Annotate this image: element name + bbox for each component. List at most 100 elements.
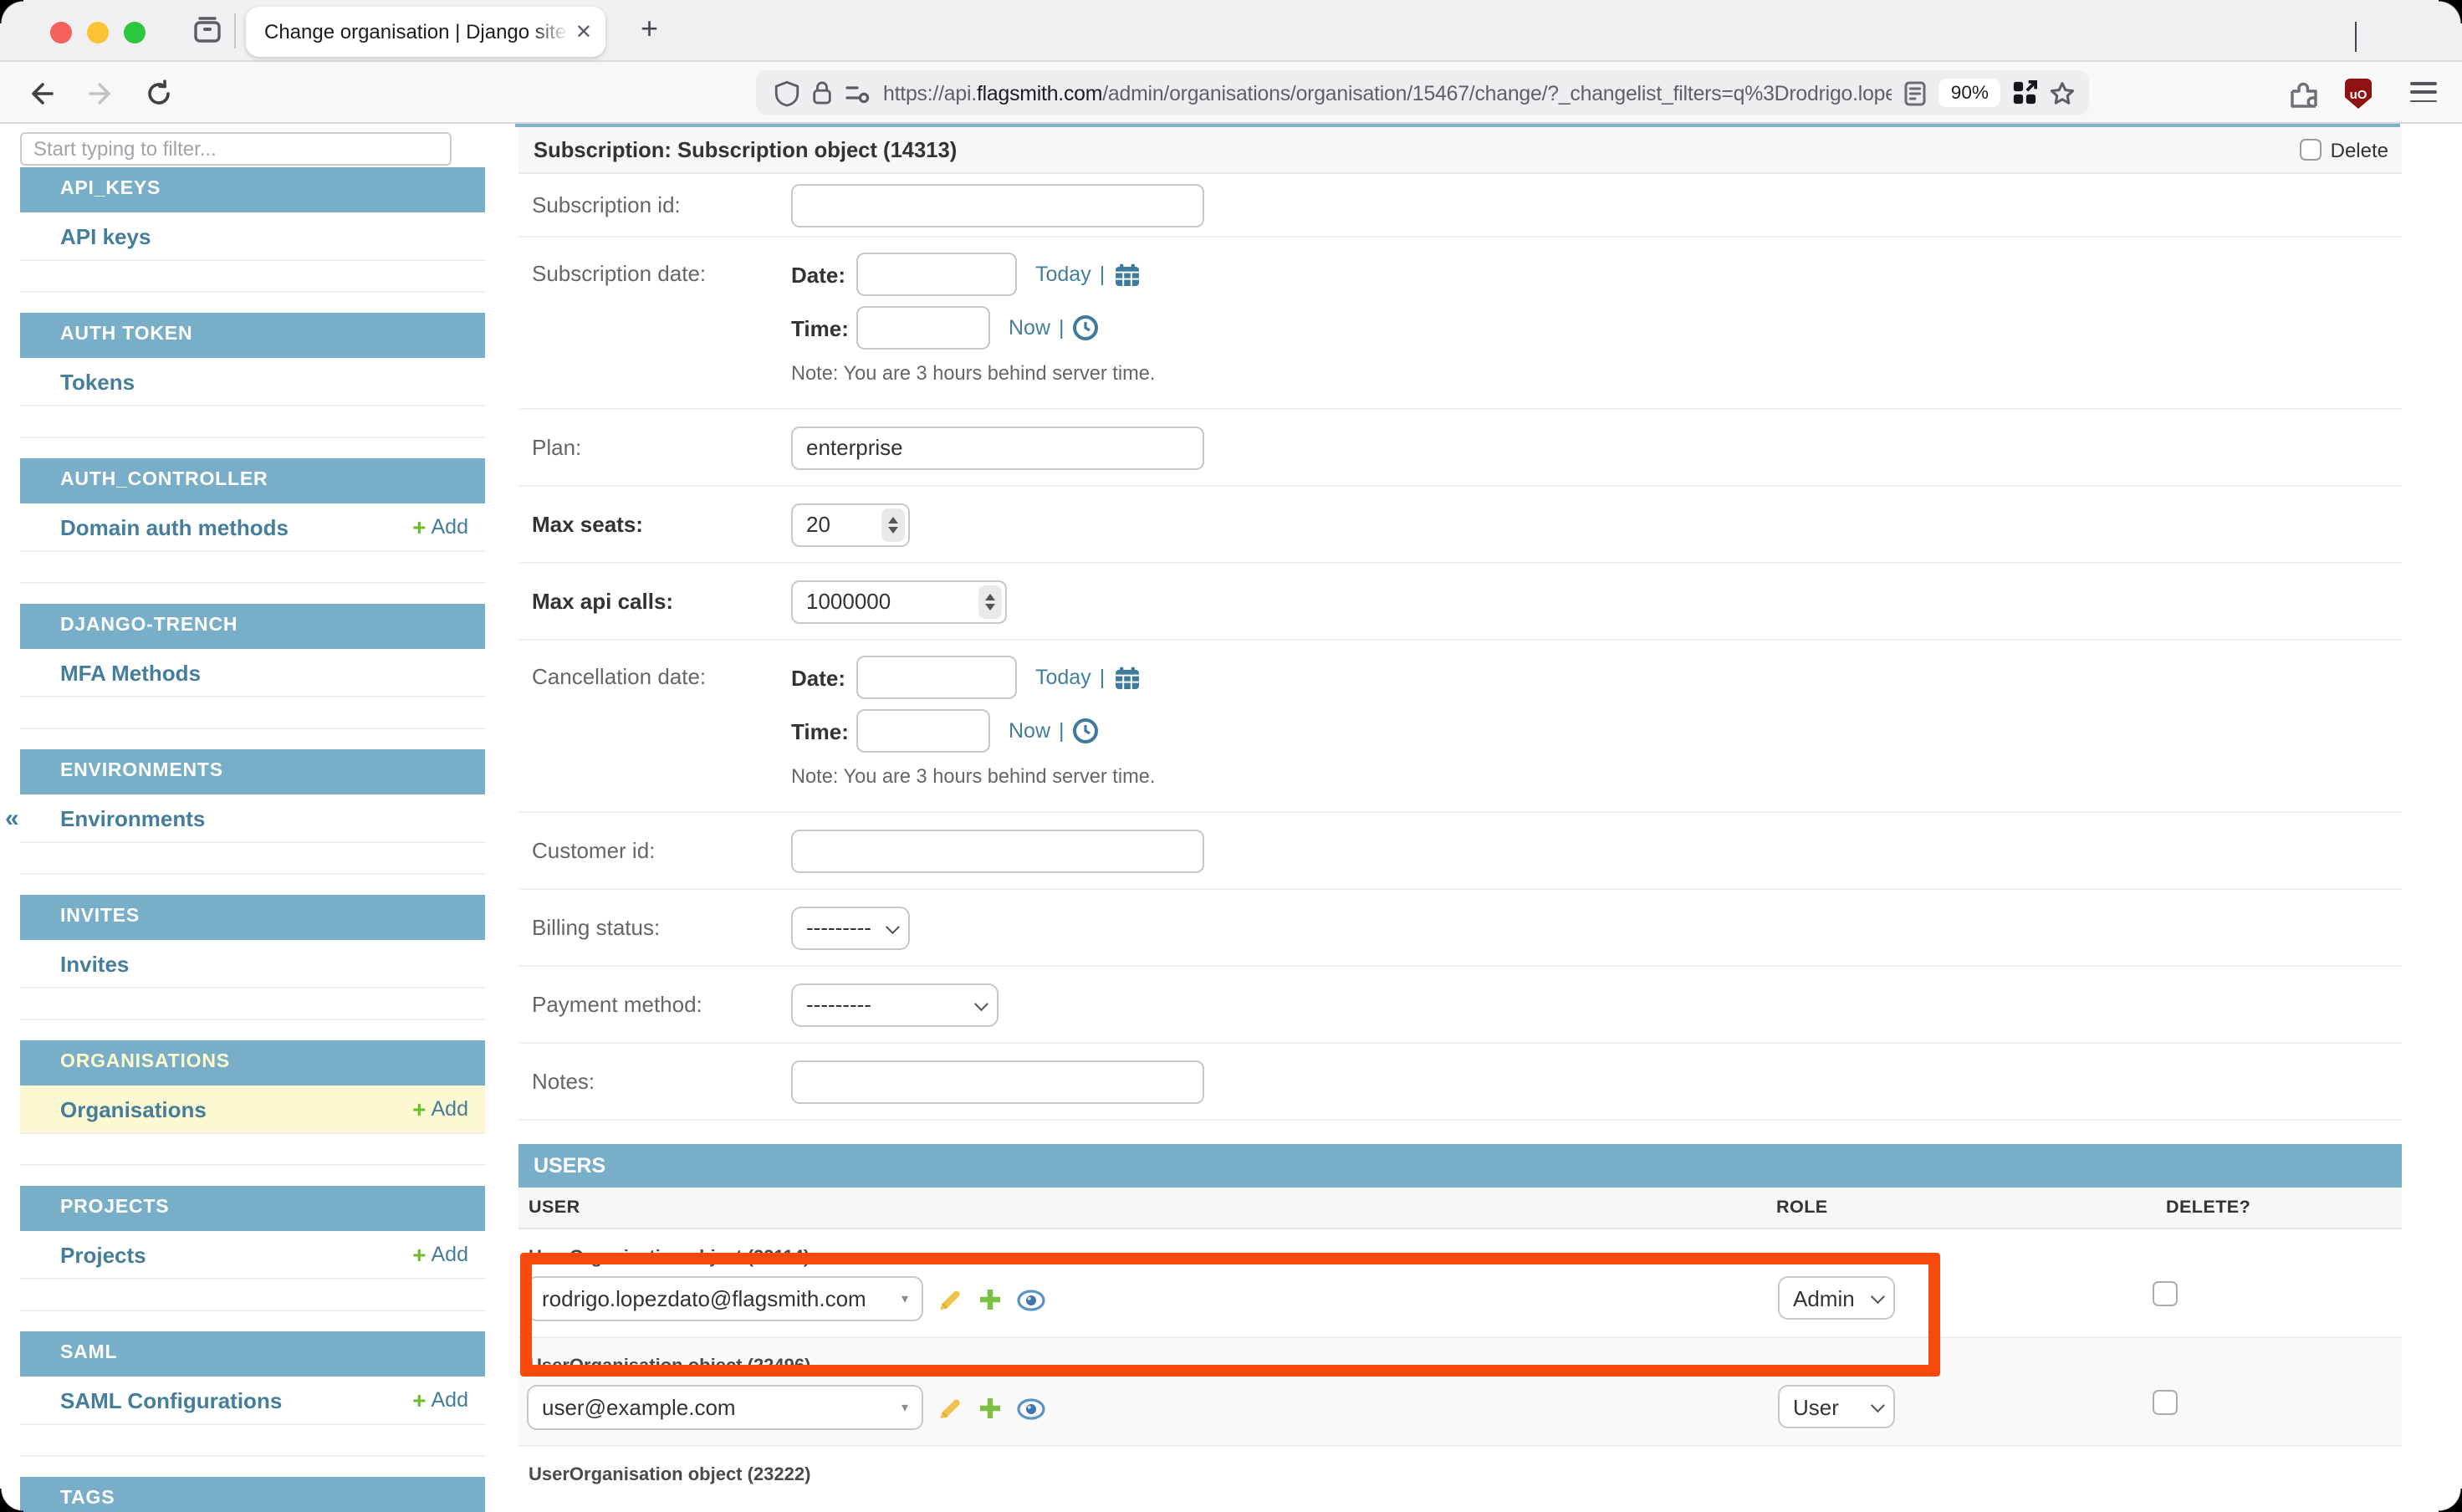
number-stepper[interactable] — [978, 585, 1001, 618]
lock-icon[interactable] — [811, 80, 833, 105]
reload-icon[interactable] — [144, 78, 174, 108]
object-label: UserOrganisation object (23222) — [529, 1465, 810, 1485]
user-select[interactable]: user@example.com ▾ — [527, 1385, 923, 1430]
subscription-time-input[interactable] — [856, 306, 990, 350]
subscription-delete-checkbox[interactable] — [2301, 139, 2322, 161]
sidebar-filter-input[interactable] — [20, 132, 452, 166]
add-link[interactable]: +Add — [412, 1388, 468, 1412]
plus-icon: + — [412, 515, 426, 539]
field-label: Cancellation date: — [518, 656, 791, 788]
shield-icon[interactable] — [774, 79, 799, 106]
field-label: Billing status: — [518, 915, 791, 940]
billing-status-select[interactable]: --------- — [791, 906, 910, 949]
pocket-tiles-icon[interactable] — [2012, 80, 2037, 105]
sidebar-section-environments: ENVIRONMENTS Environments — [20, 749, 485, 875]
sidebar-toggle-icon[interactable] — [191, 13, 224, 47]
sidebar-item-projects[interactable]: Projects — [20, 1242, 146, 1267]
now-link[interactable]: Now — [1009, 316, 1050, 340]
calendar-icon[interactable] — [1113, 665, 1140, 690]
url-path: /admin/organisations/organisation/15467/… — [1102, 81, 1892, 105]
zoom-level-badge[interactable]: 90% — [1939, 79, 2000, 107]
date-label: Date: — [791, 665, 856, 690]
sidebar-item-saml-configurations[interactable]: SAML Configurations — [20, 1387, 282, 1412]
sidebar-empty-row — [20, 552, 485, 584]
add-link[interactable]: +Add — [412, 1243, 468, 1266]
sidebar-item-organisations[interactable]: Organisations — [20, 1096, 207, 1121]
payment-method-select[interactable]: --------- — [791, 983, 999, 1026]
plus-icon: + — [412, 1243, 426, 1266]
cancellation-time-input[interactable] — [856, 709, 990, 753]
sidebar-section-tags: TAGS Tags — [20, 1477, 485, 1512]
timezone-note: Note: You are 3 hours behind server time… — [791, 361, 1155, 385]
sidebar-empty-row — [20, 406, 485, 438]
field-label: Max api calls: — [518, 589, 791, 614]
traffic-light-minimize[interactable] — [87, 21, 109, 43]
add-link[interactable]: +Add — [412, 1097, 468, 1121]
add-plus-icon[interactable] — [978, 1397, 1002, 1420]
field-label: Subscription id: — [518, 192, 791, 217]
active-tab[interactable]: Change organisation | Django site ad ✕ — [246, 6, 605, 56]
inline-subscription-header: Subscription: Subscription object (14313… — [518, 127, 2402, 174]
field-label: Subscription date: — [518, 253, 791, 385]
calendar-icon[interactable] — [1113, 262, 1140, 287]
permissions-icon[interactable] — [845, 83, 871, 103]
bookmark-star-icon[interactable] — [2049, 79, 2076, 106]
sidebar-collapse-icon[interactable]: « — [5, 805, 19, 833]
add-link[interactable]: +Add — [412, 515, 468, 539]
ublock-mark: uO — [2350, 86, 2368, 101]
new-tab-button[interactable]: + — [641, 12, 658, 47]
extensions-puzzle-icon[interactable] — [2288, 79, 2320, 110]
traffic-light-zoom[interactable] — [124, 21, 146, 43]
sidebar-section-saml: SAML SAML Configurations +Add — [20, 1331, 485, 1457]
plan-input[interactable] — [791, 426, 1204, 469]
delete-label: Delete — [2331, 138, 2388, 161]
field-row-cancellation-date: Cancellation date: Date: Today | — [518, 641, 2402, 813]
sidebar-empty-row — [20, 261, 485, 293]
view-eye-icon[interactable] — [1017, 1397, 1045, 1419]
clock-icon[interactable] — [1073, 314, 1100, 341]
sidebar-item-invites[interactable]: Invites — [20, 951, 129, 976]
sidebar-section-auth-controller: AUTH_CONTROLLER Domain auth methods +Add — [20, 458, 485, 584]
screen-corner — [2439, 1489, 2462, 1512]
sidebar-empty-row — [20, 1134, 485, 1166]
reader-mode-icon[interactable] — [1904, 79, 1928, 106]
sidebar-section-django-trench: DJANGO-TRENCH MFA Methods — [20, 604, 485, 729]
now-link[interactable]: Now — [1009, 719, 1050, 743]
sidebar-section-invites: INVITES Invites — [20, 895, 485, 1020]
subscription-date-input[interactable] — [856, 253, 1017, 296]
tab-list-chevron-icon[interactable] — [2355, 22, 2357, 52]
menu-hamburger-icon[interactable] — [2410, 82, 2437, 103]
customer-id-input[interactable] — [791, 829, 1204, 872]
traffic-light-close[interactable] — [50, 21, 72, 43]
clock-icon[interactable] — [1073, 718, 1100, 744]
date-label: Date: — [791, 262, 856, 287]
ublock-origin-icon[interactable]: uO — [2345, 79, 2372, 109]
url-text[interactable]: https://api.flagsmith.com/admin/organisa… — [883, 81, 1892, 105]
sidebar-item-api-keys[interactable]: API keys — [20, 223, 151, 248]
delete-checkbox[interactable] — [2153, 1390, 2178, 1415]
today-link[interactable]: Today — [1035, 666, 1091, 689]
sidebar-item-tokens[interactable]: Tokens — [20, 369, 135, 394]
sidebar-section-auth-token: AUTH TOKEN Tokens — [20, 313, 485, 438]
delete-checkbox[interactable] — [2153, 1281, 2178, 1306]
tab-divider — [234, 13, 236, 49]
notes-input[interactable] — [791, 1060, 1204, 1103]
sidebar-item-environments[interactable]: Environments — [20, 805, 205, 830]
cancellation-date-input[interactable] — [856, 656, 1017, 699]
sidebar-item-mfa-methods[interactable]: MFA Methods — [20, 660, 201, 685]
today-link[interactable]: Today — [1035, 263, 1091, 286]
role-select[interactable]: User — [1778, 1385, 1895, 1428]
forward-icon[interactable] — [85, 78, 115, 108]
number-stepper[interactable] — [881, 508, 904, 541]
max-api-calls-input[interactable] — [791, 580, 1007, 623]
url-bar[interactable]: https://api.flagsmith.com/admin/organisa… — [756, 70, 2089, 115]
tab-close-icon[interactable]: ✕ — [575, 19, 592, 43]
sidebar-item-domain-auth-methods[interactable]: Domain auth methods — [20, 514, 289, 539]
field-row-payment-method: Payment method: --------- — [518, 967, 2402, 1044]
field-label: Max seats: — [518, 512, 791, 537]
back-icon[interactable] — [27, 78, 57, 108]
edit-pencil-icon[interactable] — [937, 1395, 963, 1422]
users-table-header: USER ROLE DELETE? — [518, 1188, 2402, 1229]
subscription-id-input[interactable] — [791, 183, 1204, 227]
user-organisation-row: UserOrganisation object (23222) — [518, 1447, 2402, 1480]
